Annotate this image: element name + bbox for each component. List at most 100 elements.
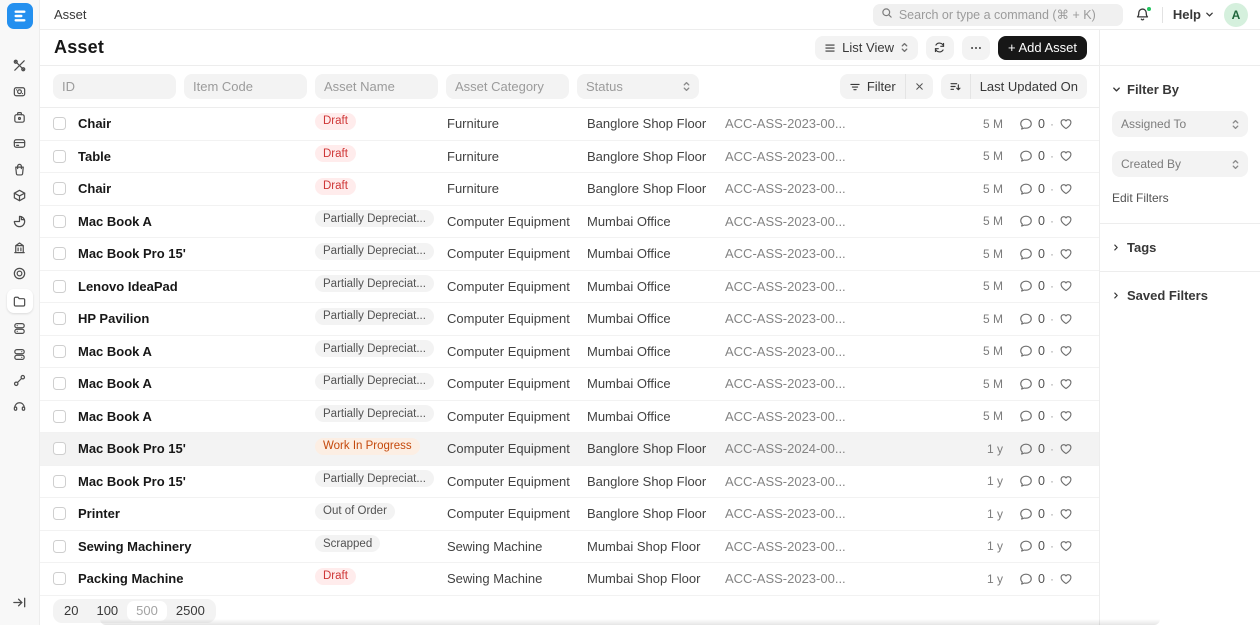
sidebar-item-pie-chart-icon[interactable] [7, 211, 33, 232]
asset-name-link[interactable]: Mac Book A [78, 344, 315, 359]
add-asset-button[interactable]: + Add Asset [998, 36, 1087, 60]
table-row[interactable]: Sewing MachineryScrappedSewing MachineMu… [40, 531, 1099, 564]
table-row[interactable]: Packing MachineDraftSewing MachineMumbai… [40, 563, 1099, 596]
saved-filters-section-toggle[interactable]: Saved Filters [1112, 288, 1248, 303]
heart-icon[interactable] [1059, 539, 1073, 553]
row-checkbox[interactable] [53, 507, 66, 520]
page-length-option-500[interactable]: 500 [127, 601, 167, 621]
asset-id[interactable]: ACC-ASS-2023-00... [725, 506, 957, 521]
row-checkbox[interactable] [53, 280, 66, 293]
sidebar-item-folder-icon[interactable] [7, 289, 33, 313]
asset-name-link[interactable]: Mac Book Pro 15' [78, 474, 315, 489]
asset-id[interactable]: ACC-ASS-2023-00... [725, 474, 957, 489]
search-input[interactable] [873, 4, 1123, 26]
asset-id[interactable]: ACC-ASS-2023-00... [725, 214, 957, 229]
filter-by-section-toggle[interactable]: Filter By [1112, 82, 1248, 97]
sort-field-button[interactable]: Last Updated On [970, 74, 1087, 99]
sidebar-item-layers-icon[interactable] [7, 344, 33, 365]
table-row[interactable]: HP PavilionPartially Depreciat...Compute… [40, 303, 1099, 336]
table-row[interactable]: TableDraftFurnitureBanglore Shop FloorAC… [40, 141, 1099, 174]
table-row[interactable]: Mac Book APartially Depreciat...Computer… [40, 401, 1099, 434]
asset-name-link[interactable]: Mac Book A [78, 409, 315, 424]
asset-id[interactable]: ACC-ASS-2024-00... [725, 441, 957, 456]
asset-name-link[interactable]: Table [78, 149, 315, 164]
table-row[interactable]: Lenovo IdeaPadPartially Depreciat...Comp… [40, 271, 1099, 304]
global-search[interactable] [873, 4, 1123, 26]
row-checkbox[interactable] [53, 345, 66, 358]
asset-name-link[interactable]: Mac Book A [78, 376, 315, 391]
filter-input-id[interactable] [53, 74, 176, 99]
heart-icon[interactable] [1059, 507, 1073, 521]
created-by-select[interactable]: Created By [1112, 151, 1248, 177]
asset-id[interactable]: ACC-ASS-2023-00... [725, 344, 957, 359]
table-row[interactable]: PrinterOut of OrderComputer EquipmentBan… [40, 498, 1099, 531]
filter-input-asset-category[interactable] [446, 74, 569, 99]
sidebar-item-briefcase-icon[interactable] [7, 107, 33, 128]
asset-name-link[interactable]: Lenovo IdeaPad [78, 279, 315, 294]
row-checkbox[interactable] [53, 572, 66, 585]
sidebar-item-support-icon[interactable] [7, 396, 33, 417]
table-row[interactable]: ChairDraftFurnitureBanglore Shop FloorAC… [40, 173, 1099, 206]
breadcrumb[interactable]: Asset [54, 7, 87, 22]
assigned-to-select[interactable]: Assigned To [1112, 111, 1248, 137]
heart-icon[interactable] [1059, 474, 1073, 488]
row-checkbox[interactable] [53, 215, 66, 228]
asset-name-link[interactable]: Chair [78, 181, 315, 196]
heart-icon[interactable] [1059, 377, 1073, 391]
row-checkbox[interactable] [53, 117, 66, 130]
row-checkbox[interactable] [53, 442, 66, 455]
filter-button[interactable]: Filter [840, 74, 905, 99]
more-options-button[interactable] [962, 36, 990, 60]
edit-filters-link[interactable]: Edit Filters [1112, 191, 1169, 205]
heart-icon[interactable] [1059, 247, 1073, 261]
clear-filter-button[interactable] [905, 74, 933, 99]
asset-name-link[interactable]: Mac Book A [78, 214, 315, 229]
sidebar-item-tools-icon[interactable] [7, 55, 33, 76]
row-checkbox[interactable] [53, 540, 66, 553]
page-length-option-2500[interactable]: 2500 [167, 601, 214, 621]
row-checkbox[interactable] [53, 377, 66, 390]
asset-id[interactable]: ACC-ASS-2023-00... [725, 311, 957, 326]
avatar[interactable]: A [1224, 3, 1248, 27]
sort-direction-button[interactable] [941, 74, 970, 99]
heart-icon[interactable] [1059, 182, 1073, 196]
erpnext-logo[interactable] [7, 3, 33, 29]
asset-id[interactable]: ACC-ASS-2023-00... [725, 116, 957, 131]
sidebar-item-cash-register-icon[interactable] [7, 81, 33, 102]
asset-id[interactable]: ACC-ASS-2023-00... [725, 149, 957, 164]
heart-icon[interactable] [1059, 572, 1073, 586]
filter-input-item-code[interactable] [184, 74, 307, 99]
page-length-option-20[interactable]: 20 [55, 601, 87, 621]
row-checkbox[interactable] [53, 150, 66, 163]
asset-name-link[interactable]: Mac Book Pro 15' [78, 441, 315, 456]
asset-id[interactable]: ACC-ASS-2023-00... [725, 376, 957, 391]
row-checkbox[interactable] [53, 312, 66, 325]
expand-sidebar-icon[interactable] [7, 592, 33, 613]
asset-name-link[interactable]: Mac Book Pro 15' [78, 246, 315, 261]
asset-id[interactable]: ACC-ASS-2023-00... [725, 539, 957, 554]
tags-section-toggle[interactable]: Tags [1112, 240, 1248, 255]
heart-icon[interactable] [1059, 409, 1073, 423]
refresh-button[interactable] [926, 36, 954, 60]
table-row[interactable]: Mac Book APartially Depreciat...Computer… [40, 206, 1099, 239]
table-row[interactable]: Mac Book APartially Depreciat...Computer… [40, 368, 1099, 401]
heart-icon[interactable] [1059, 279, 1073, 293]
sidebar-item-badge-icon[interactable] [7, 263, 33, 284]
sidebar-item-integrations-icon[interactable] [7, 370, 33, 391]
row-checkbox[interactable] [53, 410, 66, 423]
table-row[interactable]: Mac Book Pro 15'Partially Depreciat...Co… [40, 466, 1099, 499]
table-row[interactable]: Mac Book Pro 15'Partially Depreciat...Co… [40, 238, 1099, 271]
heart-icon[interactable] [1059, 344, 1073, 358]
asset-name-link[interactable]: Chair [78, 116, 315, 131]
page-length-option-100[interactable]: 100 [87, 601, 127, 621]
heart-icon[interactable] [1059, 117, 1073, 131]
asset-id[interactable]: ACC-ASS-2023-00... [725, 181, 957, 196]
asset-id[interactable]: ACC-ASS-2023-00... [725, 246, 957, 261]
sidebar-item-credit-card-icon[interactable] [7, 133, 33, 154]
heart-icon[interactable] [1059, 214, 1073, 228]
asset-name-link[interactable]: Sewing Machinery [78, 539, 315, 554]
filter-input-asset-name[interactable] [315, 74, 438, 99]
sidebar-item-package-icon[interactable] [7, 185, 33, 206]
table-row[interactable]: Mac Book APartially Depreciat...Computer… [40, 336, 1099, 369]
asset-name-link[interactable]: Printer [78, 506, 315, 521]
